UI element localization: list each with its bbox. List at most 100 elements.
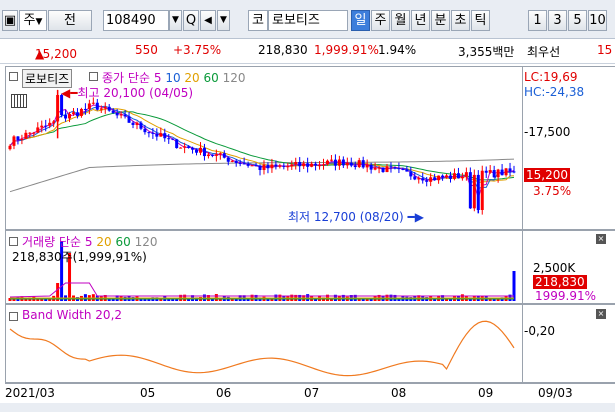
- period-selector[interactable]: 전: [48, 10, 92, 31]
- market-badge[interactable]: 코: [248, 10, 268, 31]
- right-arrow-icon: ━▶: [407, 210, 424, 224]
- candle-body: [500, 169, 504, 176]
- candle-body: [282, 165, 286, 167]
- sound-icon[interactable]: ◀: [200, 10, 216, 31]
- current-pct-tag: 3.75%: [533, 184, 572, 198]
- current-price-tag: 15,200: [524, 168, 570, 182]
- candle-body: [496, 169, 500, 178]
- interval-button[interactable]: 1: [528, 10, 547, 31]
- candle-body: [421, 178, 425, 181]
- candle-body: [16, 136, 20, 140]
- code-dropdown-icon[interactable]: ▼: [169, 10, 182, 31]
- sound-dropdown-icon[interactable]: ▼: [217, 10, 230, 31]
- candle-body: [389, 166, 393, 168]
- candle-body: [202, 147, 206, 157]
- period-tab[interactable]: 월: [391, 10, 410, 31]
- candle-body: [262, 164, 266, 171]
- volume-ratio: 1,999.91%: [314, 43, 379, 57]
- code-input[interactable]: 108490: [103, 10, 169, 31]
- candle-body: [147, 132, 151, 134]
- candle-body: [214, 154, 218, 156]
- close-icon[interactable]: ×: [596, 234, 606, 244]
- candle-body: [329, 159, 333, 161]
- date-label: 05: [140, 386, 156, 400]
- period-tab[interactable]: 초: [451, 10, 470, 31]
- candle-body: [167, 138, 171, 140]
- table-icon[interactable]: [11, 94, 27, 108]
- candle-body: [484, 170, 488, 173]
- candle-body: [417, 178, 421, 180]
- candle-body: [36, 127, 40, 133]
- candle-body: [322, 164, 326, 166]
- lc-value: LC:19,69: [524, 70, 578, 84]
- stock-name-field[interactable]: 로보티즈: [268, 10, 348, 31]
- candle-body: [175, 139, 179, 149]
- high-annotation: ◀━최고 20,100 (04/05): [61, 86, 194, 100]
- volume-panel[interactable]: 거래량 단순 5 20 60 120 218,830주(1,999,91%): [5, 230, 523, 304]
- candle-body: [270, 164, 274, 169]
- candle-body: [75, 112, 79, 116]
- search-icon[interactable]: Q: [183, 10, 199, 31]
- candle-body: [373, 167, 377, 170]
- chart-type-label: 주: [23, 13, 36, 28]
- candle-body: [87, 103, 91, 110]
- candle-body: [310, 163, 314, 167]
- panel-checkbox[interactable]: [9, 72, 18, 81]
- candle-body: [20, 138, 24, 140]
- candle-body: [512, 171, 516, 173]
- candle-body: [32, 132, 36, 134]
- legend-ma120: 120: [222, 71, 246, 85]
- candle-body: [401, 168, 405, 170]
- period-tab[interactable]: 분: [431, 10, 450, 31]
- date-label: 06: [216, 386, 232, 400]
- legend-ma20: 20: [184, 71, 200, 85]
- candle-body: [238, 162, 242, 164]
- candle-body: [298, 161, 302, 167]
- candle-body: [468, 172, 472, 209]
- vol-tick: 2,500K: [533, 261, 576, 275]
- vol-pct-tag: 1999.91%: [535, 289, 597, 303]
- candle-body: [183, 146, 187, 148]
- candle-body: [24, 132, 28, 139]
- candle-body: [250, 165, 254, 167]
- stock-name: 로보티즈: [272, 13, 320, 28]
- band-checkbox[interactable]: [9, 312, 18, 321]
- legend-close: 종가: [102, 71, 125, 85]
- interval-button[interactable]: 3: [548, 10, 567, 31]
- period-label: 전: [64, 13, 76, 28]
- window-icon[interactable]: ▣: [2, 10, 18, 31]
- candle-body: [119, 114, 123, 116]
- price-panel[interactable]: 로보티즈 종가 단순 5 10 20 60 120 ◀━최고 20,100 (0…: [5, 66, 523, 230]
- candle-body: [159, 133, 163, 137]
- candle-body: [456, 173, 460, 179]
- period-tab[interactable]: 주: [371, 10, 390, 31]
- volume-checkbox[interactable]: [9, 237, 18, 246]
- candle-body: [230, 160, 234, 162]
- candle-body: [337, 159, 341, 166]
- ma60-line: [9, 111, 515, 181]
- left-arrow-icon: ◀━: [61, 86, 78, 100]
- candle-body: [191, 147, 195, 150]
- candle-body: [369, 164, 373, 170]
- period-tab[interactable]: 틱: [471, 10, 490, 31]
- interval-button[interactable]: 10: [588, 10, 607, 31]
- chart-type-dropdown[interactable]: 주▼: [19, 10, 47, 31]
- candle-body: [333, 159, 337, 166]
- chevron-down-icon: ▼: [35, 17, 43, 27]
- candle-body: [8, 145, 12, 150]
- date-label: 2021/03: [5, 386, 55, 400]
- period-tab[interactable]: 년: [411, 10, 430, 31]
- volume-summary: 218,830주(1,999,91%): [12, 250, 147, 264]
- bandwidth-panel[interactable]: Band Width 20,2: [5, 304, 523, 383]
- candle-body: [52, 121, 56, 123]
- candle-body: [425, 180, 429, 182]
- period-tab[interactable]: 일: [351, 10, 370, 31]
- candle-body: [361, 160, 365, 168]
- candle-body: [318, 165, 322, 167]
- band-close-icon[interactable]: ×: [596, 309, 606, 319]
- legend-checkbox[interactable]: [89, 72, 98, 81]
- candle-body: [198, 147, 202, 153]
- legend-ma60: 60: [203, 71, 219, 85]
- interval-button[interactable]: 5: [568, 10, 587, 31]
- candle-body: [115, 112, 119, 116]
